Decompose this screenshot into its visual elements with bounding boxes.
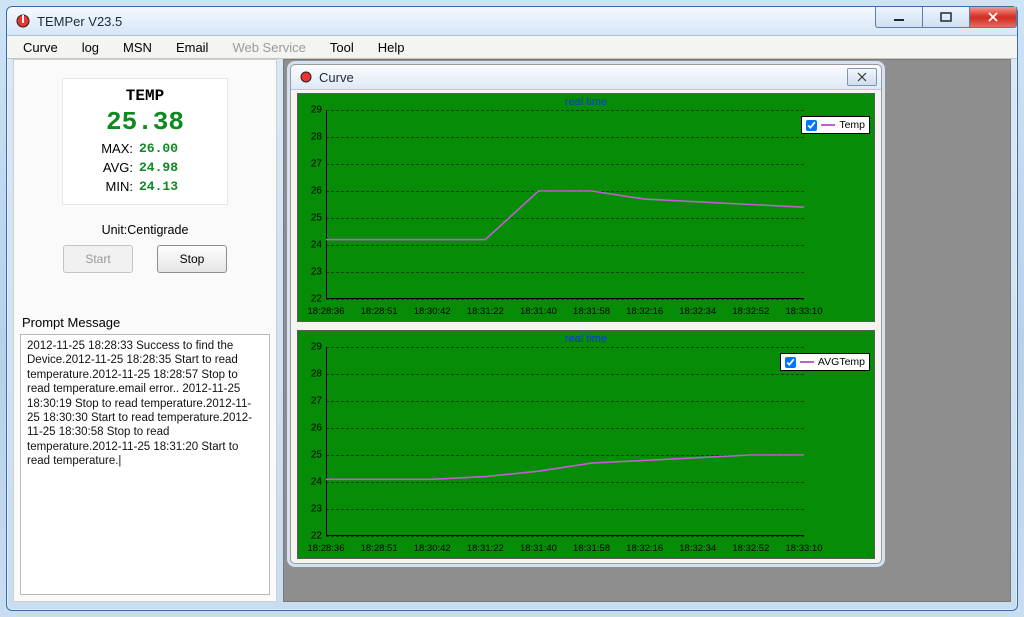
x-tick: 18:33:10 — [786, 543, 823, 554]
legend-swatch — [821, 124, 835, 126]
chart-avgtemp: real time222324252627282918:28:3618:28:5… — [297, 330, 875, 559]
menu-tool[interactable]: Tool — [318, 38, 366, 57]
label-min: MIN: — [97, 179, 133, 194]
y-tick: 26 — [311, 186, 322, 197]
x-tick: 18:33:10 — [786, 306, 823, 317]
value-avg: 24.98 — [139, 160, 193, 175]
button-row: Start Stop — [14, 245, 276, 273]
window-title: TEMPer V23.5 — [37, 14, 122, 29]
legend[interactable]: AVGTemp — [780, 353, 870, 371]
prompt-label: Prompt Message — [22, 315, 276, 330]
y-tick: 25 — [311, 450, 322, 461]
window-buttons — [875, 7, 1017, 28]
x-tick: 18:32:16 — [626, 306, 663, 317]
plot-area — [326, 347, 804, 536]
left-panel: TEMP 25.38 MAX: 26.00 AVG: 24.98 MIN: 24… — [13, 59, 277, 602]
x-tick: 18:31:58 — [573, 306, 610, 317]
curve-title: Curve — [319, 70, 354, 85]
x-tick: 18:32:16 — [626, 543, 663, 554]
menu-log[interactable]: log — [70, 38, 111, 57]
charts-container: real time222324252627282918:28:3618:28:5… — [297, 93, 875, 559]
value-max: 26.00 — [139, 141, 193, 156]
y-tick: 24 — [311, 477, 322, 488]
y-tick: 23 — [311, 267, 322, 278]
curve-close-button[interactable] — [847, 68, 877, 86]
y-tick: 23 — [311, 504, 322, 515]
x-tick: 18:32:52 — [732, 543, 769, 554]
x-tick: 18:28:36 — [308, 543, 345, 554]
menu-msn[interactable]: MSN — [111, 38, 164, 57]
legend-label: Temp — [839, 119, 865, 131]
x-tick: 18:31:40 — [520, 543, 557, 554]
mdi-area: Curve real time222324252627282918:28:361… — [283, 59, 1011, 602]
label-avg: AVG: — [97, 160, 133, 175]
legend-swatch — [800, 361, 814, 363]
y-tick: 25 — [311, 213, 322, 224]
x-tick: 18:30:42 — [414, 543, 451, 554]
menu-email[interactable]: Email — [164, 38, 221, 57]
app-icon — [15, 13, 31, 29]
maximize-button[interactable] — [922, 7, 969, 28]
x-tick: 18:28:51 — [361, 543, 398, 554]
curve-icon — [299, 70, 313, 84]
y-tick: 28 — [311, 132, 322, 143]
y-axis: 2223242526272829 — [298, 110, 324, 299]
legend-checkbox[interactable] — [785, 357, 796, 368]
temp-heading: TEMP — [67, 87, 223, 105]
curve-window: Curve real time222324252627282918:28:361… — [290, 64, 882, 564]
temperature-box: TEMP 25.38 MAX: 26.00 AVG: 24.98 MIN: 24… — [62, 78, 228, 205]
plot-area — [326, 110, 804, 299]
y-tick: 26 — [311, 423, 322, 434]
x-axis: 18:28:3618:28:5118:30:4218:31:2218:31:40… — [326, 301, 804, 319]
curve-titlebar[interactable]: Curve — [291, 65, 881, 90]
prompt-textbox[interactable]: 2012-11-25 18:28:33 Success to find the … — [20, 334, 270, 595]
menubar: Curve log MSN Email Web Service Tool Hel… — [7, 36, 1017, 59]
y-tick: 24 — [311, 240, 322, 251]
x-tick: 18:31:58 — [573, 543, 610, 554]
client-area: TEMP 25.38 MAX: 26.00 AVG: 24.98 MIN: 24… — [13, 59, 1011, 602]
x-tick: 18:28:51 — [361, 306, 398, 317]
x-tick: 18:32:52 — [732, 306, 769, 317]
chart-temp: real time222324252627282918:28:3618:28:5… — [297, 93, 875, 322]
label-max: MAX: — [97, 141, 133, 156]
minimize-button[interactable] — [875, 7, 922, 28]
menu-webservice: Web Service — [220, 38, 317, 57]
chart-title: real time — [298, 96, 874, 108]
x-tick: 18:30:42 — [414, 306, 451, 317]
x-tick: 18:31:22 — [467, 543, 504, 554]
close-button[interactable] — [969, 7, 1017, 28]
x-tick: 18:31:22 — [467, 306, 504, 317]
x-axis: 18:28:3618:28:5118:30:4218:31:2218:31:40… — [326, 538, 804, 556]
legend-label: AVGTemp — [818, 356, 865, 368]
menu-help[interactable]: Help — [366, 38, 417, 57]
chart-title: real time — [298, 333, 874, 345]
titlebar[interactable]: TEMPer V23.5 — [7, 7, 1017, 36]
app-window: TEMPer V23.5 Curve log MSN Email Web Ser… — [6, 6, 1018, 611]
y-axis: 2223242526272829 — [298, 347, 324, 536]
y-tick: 22 — [311, 294, 322, 305]
y-tick: 27 — [311, 159, 322, 170]
legend[interactable]: Temp — [801, 116, 870, 134]
legend-checkbox[interactable] — [806, 120, 817, 131]
temp-current: 25.38 — [67, 107, 223, 137]
unit-label: Unit:Centigrade — [14, 223, 276, 237]
x-tick: 18:31:40 — [520, 306, 557, 317]
value-min: 24.13 — [139, 179, 193, 194]
stop-button[interactable]: Stop — [157, 245, 227, 273]
start-button: Start — [63, 245, 133, 273]
y-tick: 22 — [311, 531, 322, 542]
x-tick: 18:32:34 — [679, 306, 716, 317]
menu-curve[interactable]: Curve — [11, 38, 70, 57]
y-tick: 28 — [311, 369, 322, 380]
x-tick: 18:28:36 — [308, 306, 345, 317]
x-tick: 18:32:34 — [679, 543, 716, 554]
y-tick: 27 — [311, 396, 322, 407]
